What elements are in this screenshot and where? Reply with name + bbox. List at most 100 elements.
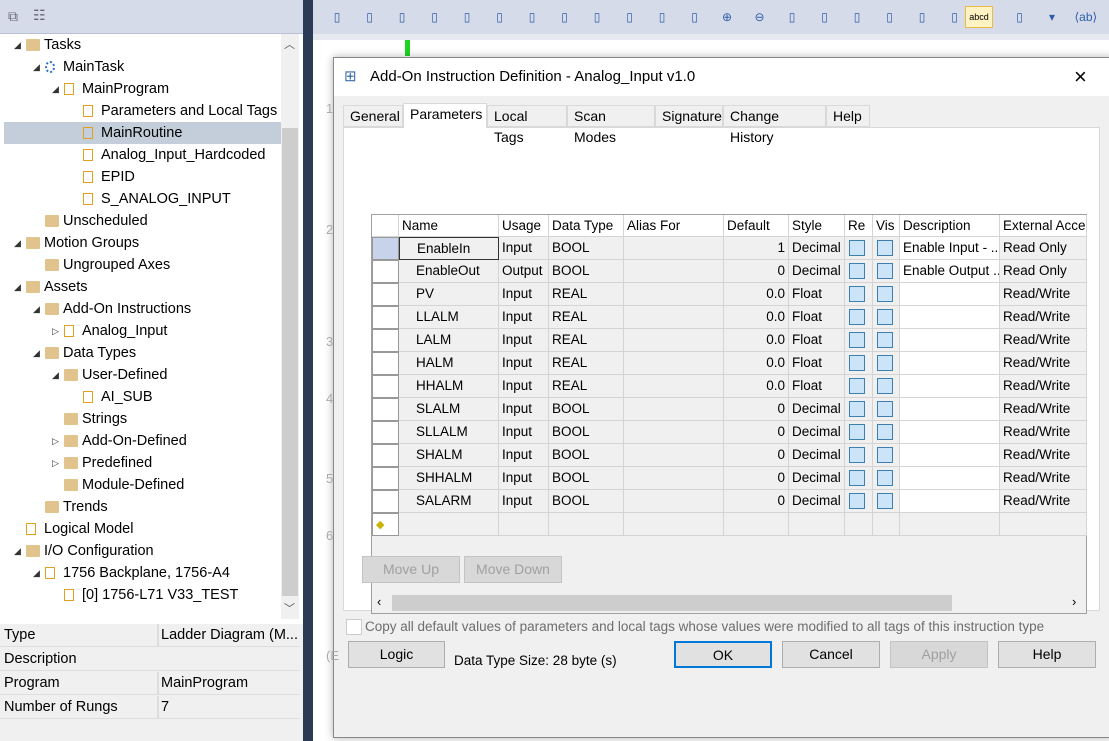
expand-icon[interactable]: ▷ — [52, 430, 59, 452]
row-header[interactable] — [372, 444, 399, 467]
tab-help[interactable]: Help — [826, 105, 870, 127]
name-cell[interactable]: HHALM — [399, 375, 499, 398]
alias-cell[interactable] — [624, 398, 724, 421]
description-cell[interactable] — [900, 329, 1000, 352]
close-icon[interactable]: × — [1074, 58, 1087, 96]
name-cell[interactable]: SALARM — [399, 490, 499, 513]
visible-checkbox[interactable] — [877, 355, 893, 371]
visible-cell[interactable] — [873, 490, 900, 513]
tree-item[interactable]: ◢ MainTask — [4, 56, 281, 78]
usage-cell[interactable]: Input — [499, 467, 549, 490]
description-cell[interactable] — [900, 467, 1000, 490]
new-row-cell[interactable] — [624, 513, 724, 536]
logic-button[interactable]: Logic — [348, 641, 445, 668]
required-checkbox[interactable] — [849, 447, 865, 463]
required-cell[interactable] — [845, 329, 873, 352]
column-header[interactable] — [372, 215, 399, 237]
external-access-cell[interactable]: Read/Write — [1000, 375, 1087, 398]
visible-checkbox[interactable] — [877, 447, 893, 463]
alias-cell[interactable] — [624, 329, 724, 352]
alias-cell[interactable] — [624, 421, 724, 444]
style-cell[interactable]: Float — [789, 375, 845, 398]
visible-cell[interactable] — [873, 352, 900, 375]
required-cell[interactable] — [845, 398, 873, 421]
column-header[interactable]: Usage — [499, 215, 549, 237]
tab-local-tags[interactable]: Local Tags — [487, 105, 567, 145]
description-cell[interactable]: Enable Input - ... — [900, 237, 1000, 260]
tree-item[interactable]: ◢ Add-On Instructions — [4, 298, 281, 320]
accept-icon[interactable]: ▯ — [620, 7, 640, 27]
external-access-cell[interactable]: Read Only — [1000, 237, 1087, 260]
row-header[interactable] — [372, 375, 399, 398]
style-cell[interactable]: Decimal — [789, 237, 845, 260]
required-cell[interactable] — [845, 467, 873, 490]
description-cell[interactable] — [900, 352, 1000, 375]
style-cell[interactable]: Decimal — [789, 260, 845, 283]
visible-checkbox[interactable] — [877, 263, 893, 279]
go-to-icon[interactable]: ▯ — [815, 7, 835, 27]
required-cell[interactable] — [845, 260, 873, 283]
default-cell[interactable]: 0 — [724, 421, 789, 444]
row-header[interactable] — [372, 306, 399, 329]
row-header[interactable] — [372, 283, 399, 306]
required-checkbox[interactable] — [849, 332, 865, 348]
visible-checkbox[interactable] — [877, 378, 893, 394]
tree-item[interactable]: ▷ Add-On-Defined — [4, 430, 281, 452]
external-access-cell[interactable]: Read/Write — [1000, 306, 1087, 329]
branch-icon[interactable]: ▯ — [360, 7, 380, 27]
default-cell[interactable]: 0.0 — [724, 329, 789, 352]
style-cell[interactable]: Float — [789, 329, 845, 352]
ab-icon[interactable]: ⟨ab⟩ — [1075, 7, 1098, 27]
row-header[interactable] — [372, 352, 399, 375]
new-row-cell[interactable] — [549, 513, 624, 536]
visible-cell[interactable] — [873, 444, 900, 467]
column-header[interactable]: Name — [399, 215, 499, 237]
data-type-cell[interactable]: BOOL — [549, 421, 624, 444]
external-access-cell[interactable]: Read/Write — [1000, 352, 1087, 375]
column-header[interactable]: Re — [845, 215, 873, 237]
style-cell[interactable]: Decimal — [789, 467, 845, 490]
cancel-button[interactable]: Cancel — [782, 641, 880, 668]
tab-change-history[interactable]: Change History — [723, 105, 826, 145]
column-header[interactable]: Vis — [873, 215, 900, 237]
name-cell[interactable]: PV — [399, 283, 499, 306]
tree-item[interactable]: ▷ Predefined — [4, 452, 281, 474]
visible-checkbox[interactable] — [877, 332, 893, 348]
tab-general[interactable]: General — [343, 105, 403, 127]
copy-defaults-checkbox[interactable] — [346, 619, 362, 635]
new-row-header[interactable]: ◆ — [372, 513, 399, 536]
data-type-cell[interactable]: REAL — [549, 352, 624, 375]
tree-item[interactable]: ◢ Tasks — [4, 34, 281, 56]
data-type-cell[interactable]: REAL — [549, 375, 624, 398]
alias-cell[interactable] — [624, 490, 724, 513]
tree-item[interactable]: Parameters and Local Tags — [4, 100, 281, 122]
usage-cell[interactable]: Input — [499, 283, 549, 306]
column-header[interactable]: Alias For — [624, 215, 724, 237]
visible-cell[interactable] — [873, 467, 900, 490]
visible-cell[interactable] — [873, 398, 900, 421]
new-row-cell[interactable] — [1000, 513, 1087, 536]
tree-item[interactable]: ◢ Motion Groups — [4, 232, 281, 254]
data-type-cell[interactable]: BOOL — [549, 467, 624, 490]
collapse-icon[interactable]: ◢ — [33, 298, 40, 320]
style-cell[interactable]: Float — [789, 283, 845, 306]
delete-bookmark-icon[interactable]: ▯ — [880, 7, 900, 27]
list-view-icon[interactable]: ☷ — [33, 7, 46, 24]
required-checkbox[interactable] — [849, 401, 865, 417]
data-type-cell[interactable]: BOOL — [549, 398, 624, 421]
name-cell[interactable]: HALM — [399, 352, 499, 375]
external-access-cell[interactable]: Read/Write — [1000, 490, 1087, 513]
expand-icon[interactable]: ▷ — [52, 452, 59, 474]
required-cell[interactable] — [845, 421, 873, 444]
tree-item[interactable]: Ungrouped Axes — [4, 254, 281, 276]
tree-item[interactable]: ◢ Assets — [4, 276, 281, 298]
usage-cell[interactable]: Input — [499, 398, 549, 421]
move-down-button[interactable]: Move Down — [464, 556, 562, 583]
external-access-cell[interactable]: Read Only — [1000, 260, 1087, 283]
horizontal-scroll-thumb[interactable] — [392, 595, 952, 611]
tree-item[interactable]: ◢ 1756 Backplane, 1756-A4 — [4, 562, 281, 584]
abbrev-icon[interactable]: ▯ — [1010, 7, 1030, 27]
visible-cell[interactable] — [873, 375, 900, 398]
xio-icon[interactable]: ▯ — [457, 7, 477, 27]
tree-item[interactable]: ▷ Analog_Input — [4, 320, 281, 342]
